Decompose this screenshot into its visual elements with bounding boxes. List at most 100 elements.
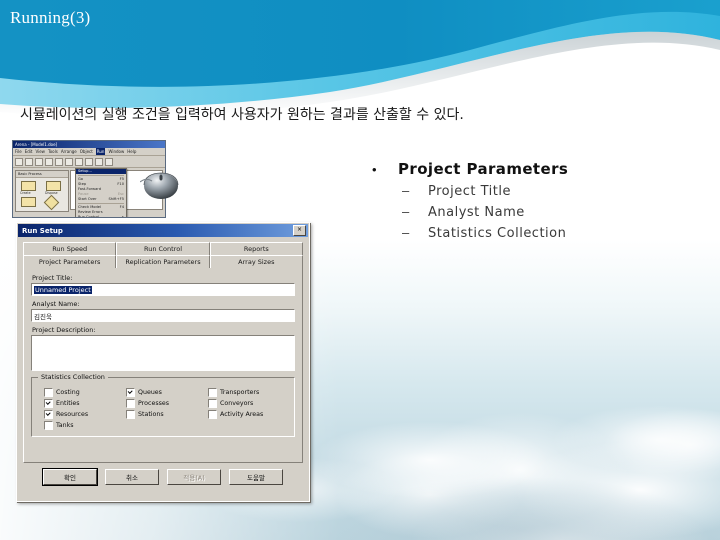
checkbox-activity-areas[interactable]: Activity Areas	[208, 410, 286, 419]
toolbar-icon	[105, 157, 113, 166]
checkbox-transporters[interactable]: Transporters	[208, 388, 286, 397]
dash-icon: –	[402, 183, 410, 198]
ok-button[interactable]: 확인	[42, 468, 98, 486]
mini-menu-help: Help	[127, 149, 137, 154]
checkbox-label: Processes	[138, 400, 170, 407]
apply-button[interactable]: 적용(A)	[167, 469, 221, 485]
toolbar-icon	[75, 157, 83, 166]
help-button[interactable]: 도움말	[229, 469, 283, 485]
bullet-level1: • Project Parameters	[372, 160, 702, 178]
mini-menu-item-setup: Setup...	[76, 168, 126, 174]
checkbox-box-icon	[126, 410, 135, 419]
checkbox-label: Transporters	[220, 389, 260, 396]
mini-shape-decide	[43, 194, 60, 211]
checkbox-box-icon	[44, 421, 53, 430]
bullet-level2-label: Statistics Collection	[428, 226, 567, 241]
checkbox-label: Tanks	[56, 422, 74, 429]
slide-title: Running(3)	[10, 8, 91, 27]
analyst-name-input[interactable]: 김진욱	[31, 309, 295, 322]
mini-menu-separator	[78, 174, 124, 176]
bullet-level2-label: Project Title	[428, 184, 511, 199]
tabpanel-project-parameters: Project Title: Unnamed Project Analyst N…	[23, 267, 303, 463]
project-title-value: Unnamed Project	[34, 285, 92, 294]
mini-menu-item-label: Run Control	[78, 214, 100, 218]
checkbox-processes[interactable]: Processes	[126, 399, 204, 408]
checkbox-box-icon	[208, 410, 217, 419]
mini-panel-title: Basic Process	[16, 171, 68, 178]
checkbox-box-icon	[208, 399, 217, 408]
checkbox-box-icon	[126, 388, 135, 397]
checkbox-label: Entities	[56, 400, 80, 407]
checkbox-costing[interactable]: Costing	[44, 388, 122, 397]
checkbox-entities[interactable]: Entities	[44, 399, 122, 408]
toolbar-icon	[45, 157, 53, 166]
project-title-input[interactable]: Unnamed Project	[31, 283, 295, 296]
tab-reports[interactable]: Reports	[209, 242, 303, 255]
checkbox-box-icon	[208, 388, 217, 397]
toolbar-icon	[25, 157, 33, 166]
statistics-collection-label: Statistics Collection	[38, 373, 108, 381]
toolbar-icon	[55, 157, 63, 166]
mini-menu-tools: Tools	[47, 149, 58, 154]
banner-shapes	[0, 0, 720, 115]
mini-toolbar	[13, 156, 165, 168]
bullet-level2-item: – Project Title	[372, 183, 702, 199]
dialog-content: Run Speed Run Control Reports Project Pa…	[17, 238, 309, 491]
body-text-korean: 시뮬레이션의 실행 조건을 입력하여 사용자가 원하는 결과를 산출할 수 있다…	[20, 107, 464, 123]
dash-icon: –	[402, 204, 410, 219]
checkbox-label: Resources	[56, 411, 89, 418]
mini-run-menu-dropdown: Setup... Go F5 Step F10 Fast-Forward Pau…	[75, 167, 127, 218]
mini-menu-run: Run	[95, 148, 106, 155]
mini-menu-arrange: Arrange	[60, 149, 77, 154]
checkbox-label: Activity Areas	[220, 411, 264, 418]
mini-menu-item-startover: Start Over Shift+F5	[76, 197, 126, 202]
mini-menu-item-accel: F4	[119, 204, 124, 209]
toolbar-icon	[85, 157, 93, 166]
dialog-tabs-top-row: Run Speed Run Control Reports	[23, 242, 303, 255]
checkbox-conveyors[interactable]: Conveyors	[208, 399, 286, 408]
mini-menu-item-runcontrol: Run Control ▸	[78, 214, 124, 218]
checkbox-box-icon	[44, 399, 53, 408]
cancel-button[interactable]: 취소	[105, 469, 159, 485]
mini-titlebar-label: Arena - [Model1.doe]	[15, 142, 58, 147]
tab-project-parameters[interactable]: Project Parameters	[23, 255, 117, 268]
checkbox-box-icon	[126, 399, 135, 408]
mini-menu-edit: Edit	[24, 149, 33, 154]
mini-menu-item-accel: Shift+F5	[108, 196, 124, 201]
mini-menu-object: Object	[79, 149, 93, 154]
mini-menubar: File Edit View Tools Arrange Object Run …	[13, 148, 165, 156]
mini-shape-create	[21, 181, 36, 191]
mini-menu-window: Window	[108, 149, 125, 154]
project-title-label: Project Title:	[32, 274, 73, 282]
project-description-textarea[interactable]	[31, 335, 295, 371]
header-banner: Running(3)	[0, 0, 720, 115]
checkbox-stations[interactable]: Stations	[126, 410, 204, 419]
dialog-title: Run Setup	[22, 226, 63, 235]
mini-menu-view: View	[35, 149, 45, 154]
statistics-checkbox-grid: Costing Queues Transporters Entities Pro…	[36, 386, 290, 432]
mini-menu-file: File	[15, 149, 22, 154]
checkbox-box-icon	[44, 410, 53, 419]
mini-shape-dispose	[46, 181, 61, 191]
tab-array-sizes[interactable]: Array Sizes	[209, 255, 303, 268]
bullet-level2-item: – Analyst Name	[372, 204, 702, 220]
mini-menu-separator	[78, 202, 124, 204]
close-icon[interactable]: ×	[293, 225, 306, 236]
tab-run-speed[interactable]: Run Speed	[23, 242, 117, 255]
statistics-collection-group: Statistics Collection Costing Queues Tra…	[31, 373, 295, 437]
bullet-level2-label: Analyst Name	[428, 205, 525, 220]
dialog-button-row: 확인 취소 적용(A) 도움말	[23, 463, 303, 486]
toolbar-icon	[95, 157, 103, 166]
run-setup-dialog[interactable]: Run Setup × Run Speed Run Control Report…	[16, 222, 310, 502]
checkbox-label: Costing	[56, 389, 80, 396]
project-description-label: Project Description:	[32, 326, 96, 334]
checkbox-tanks[interactable]: Tanks	[44, 421, 122, 430]
tab-run-control[interactable]: Run Control	[116, 242, 210, 255]
dash-icon: –	[402, 225, 410, 240]
toolbar-icon	[35, 157, 43, 166]
analyst-name-value: 김진욱	[34, 312, 52, 321]
tab-replication-parameters[interactable]: Replication Parameters	[116, 255, 210, 268]
bullet-list: • Project Parameters – Project Title – A…	[372, 160, 702, 241]
checkbox-queues[interactable]: Queues	[126, 388, 204, 397]
checkbox-resources[interactable]: Resources	[44, 410, 122, 419]
